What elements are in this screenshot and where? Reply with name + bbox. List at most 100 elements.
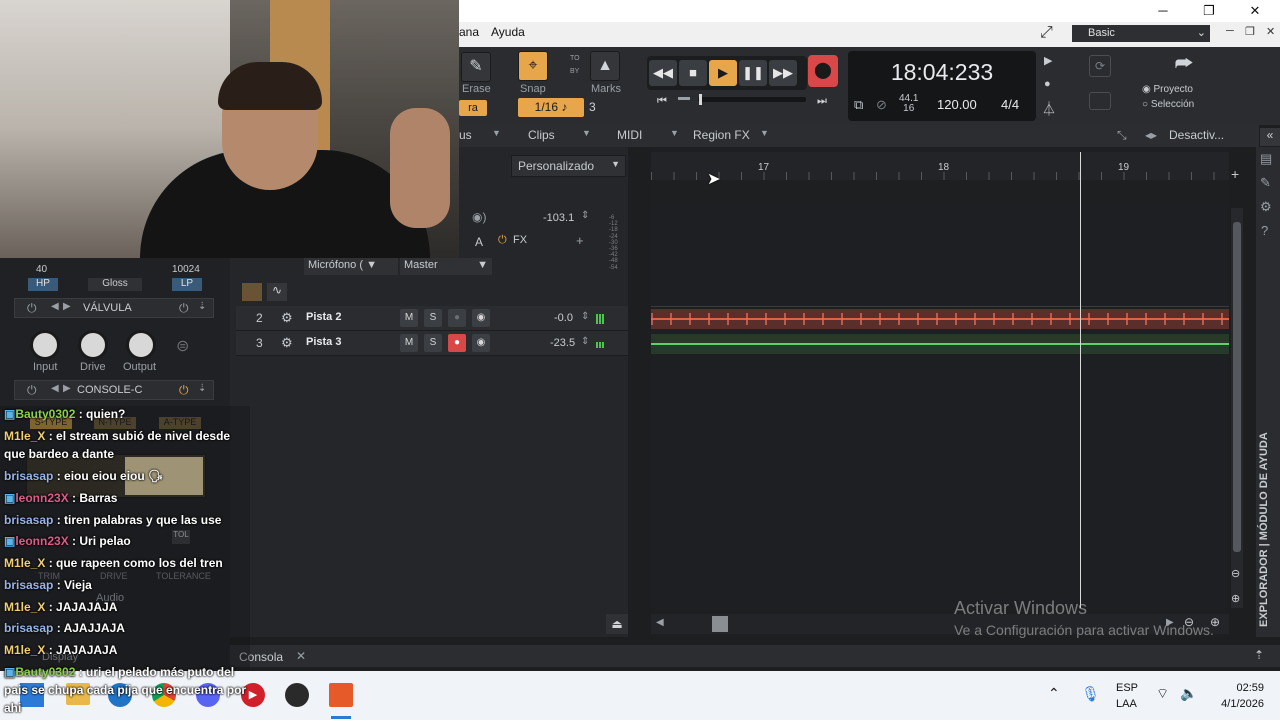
play-small-icon[interactable]: ▶ bbox=[1044, 54, 1052, 67]
track-name[interactable]: Pista 2 bbox=[306, 311, 341, 323]
chevron-down-icon[interactable]: ⇣ bbox=[198, 383, 206, 394]
snap-value-dropdown[interactable]: 1/16 ♪ bbox=[518, 98, 584, 117]
track-volume[interactable]: -23.5 bbox=[550, 337, 575, 349]
power-icon[interactable]: ⏻ bbox=[27, 383, 37, 398]
keyboard-layout[interactable]: LAA bbox=[1116, 698, 1137, 710]
fast-forward-button[interactable]: ▶▶ bbox=[769, 60, 797, 86]
gloss-button[interactable]: Gloss bbox=[88, 278, 142, 291]
automation-icon[interactable]: ∿ bbox=[267, 283, 287, 301]
panel-restore-icon[interactable]: ❐ bbox=[1245, 25, 1255, 38]
chevron-down-icon[interactable]: ⇣ bbox=[198, 301, 206, 312]
next-icon[interactable]: ▶ bbox=[63, 383, 71, 394]
brush-icon[interactable]: ✎ bbox=[1260, 175, 1271, 191]
arrows-icon[interactable]: ◂▸ bbox=[1145, 128, 1157, 142]
scrollbar-thumb[interactable] bbox=[712, 616, 728, 632]
console-c-header[interactable]: ⏻ ◀ ▶ CONSOLE-C ⏻ ⇣ bbox=[14, 380, 214, 400]
microphone-icon[interactable]: 🎙 bbox=[1081, 685, 1100, 703]
solo-button[interactable]: S bbox=[424, 309, 442, 327]
lp-button[interactable]: LP bbox=[172, 278, 202, 291]
chevron-down-icon[interactable]: ▼ bbox=[582, 128, 591, 138]
close-icon[interactable]: ✕ bbox=[296, 649, 306, 663]
loop-icon[interactable]: ⟳ bbox=[1089, 55, 1111, 77]
solo-button[interactable]: S bbox=[424, 334, 442, 352]
zoom-out-icon[interactable]: ⊖ bbox=[1231, 567, 1240, 580]
play-button[interactable]: ▶ bbox=[709, 60, 737, 86]
panel-minimize-icon[interactable]: ─ bbox=[1226, 25, 1234, 37]
drive-knob[interactable] bbox=[78, 330, 108, 360]
scrollbar-thumb[interactable] bbox=[1233, 222, 1241, 552]
automation-a-button[interactable]: A bbox=[475, 235, 483, 249]
chevron-up-icon[interactable]: ⌃ bbox=[1048, 685, 1060, 702]
panel-close-icon[interactable]: ✕ bbox=[1266, 25, 1275, 38]
maximize-button[interactable]: ❐ bbox=[1198, 2, 1220, 20]
track-list-collapse-icon[interactable]: ⏏ bbox=[606, 614, 628, 634]
track-row[interactable]: 2 ⚙ Pista 2 M S ● ◉ -0.0 ⇕ bbox=[236, 306, 628, 331]
zoom-in-icon[interactable]: ⊕ bbox=[1231, 592, 1240, 605]
output-knob[interactable] bbox=[126, 330, 156, 360]
tab-us[interactable]: us bbox=[459, 128, 472, 144]
folder-icon[interactable]: ▤ bbox=[1260, 151, 1272, 167]
desactivate-dropdown[interactable]: Desactiv... bbox=[1169, 128, 1224, 144]
share-icon[interactable]: ⮫ bbox=[1166, 53, 1202, 83]
volume-arrows-icon[interactable]: ⇕ bbox=[581, 311, 589, 322]
mute-button[interactable]: M bbox=[400, 334, 418, 352]
position-slider-thumb[interactable] bbox=[699, 94, 702, 105]
go-to-end-icon[interactable]: ⏭ bbox=[817, 95, 827, 108]
tab-clips[interactable]: Clips bbox=[528, 128, 555, 144]
go-to-start-icon[interactable]: ⏮ bbox=[657, 95, 667, 108]
side-panel-label[interactable]: EXPLORADOR | MÓDULO DE AYUDA bbox=[1258, 432, 1270, 627]
output-dropdown[interactable]: Master ▼ bbox=[400, 258, 492, 275]
monitor-button[interactable]: ◉ bbox=[472, 334, 490, 352]
marks-button[interactable]: ▲ bbox=[590, 51, 620, 81]
snap-toggle-button[interactable]: ⌖ bbox=[518, 51, 548, 81]
chevron-down-icon[interactable]: ▼ bbox=[760, 128, 769, 138]
track-1-volume[interactable]: -103.1 bbox=[543, 212, 574, 224]
timeline-ruler[interactable]: 17 18 19 bbox=[651, 152, 1229, 180]
track-name[interactable]: Pista 3 bbox=[306, 336, 341, 348]
expand-up-icon[interactable]: ⇡ bbox=[1254, 648, 1264, 662]
metronome-icon[interactable]: ⏃ bbox=[1042, 99, 1056, 119]
valvula-header[interactable]: ⏻ ◀ ▶ VÁLVULA ⏻ ⇣ bbox=[14, 298, 214, 318]
minimize-button[interactable]: ─ bbox=[1152, 2, 1174, 20]
list-icon[interactable]: ≡ bbox=[242, 283, 262, 301]
power-icon[interactable]: ⏻ bbox=[27, 301, 37, 316]
monitor-icon[interactable]: ◉) bbox=[472, 210, 486, 224]
pause-button[interactable]: ❚❚ bbox=[739, 60, 767, 86]
mute-button[interactable]: M bbox=[400, 309, 418, 327]
chevron-down-icon[interactable]: ▼ bbox=[492, 128, 501, 138]
dot-icon[interactable]: ● bbox=[1044, 78, 1051, 90]
input-dropdown[interactable]: Micrófono ( ▼ bbox=[304, 258, 398, 275]
next-icon[interactable]: ▶ bbox=[63, 301, 71, 312]
prev-icon[interactable]: ◀ bbox=[51, 383, 59, 394]
volume-arrows-icon[interactable]: ⇕ bbox=[581, 336, 589, 347]
close-button[interactable]: ✕ bbox=[1244, 2, 1266, 20]
radio-seleccion[interactable]: ○ Selección bbox=[1142, 99, 1194, 110]
tempo-value[interactable]: 120.00 bbox=[937, 97, 977, 112]
time-signature[interactable]: 4/4 bbox=[1001, 97, 1019, 112]
punch-icon[interactable] bbox=[1089, 92, 1111, 110]
vertical-scrollbar[interactable] bbox=[1231, 208, 1243, 608]
track-view-dropdown[interactable]: Personalizado ▼ bbox=[511, 155, 626, 177]
metronome-off-icon[interactable]: ⊘ bbox=[876, 97, 887, 113]
monitor-button[interactable]: ◉ bbox=[472, 309, 490, 327]
tab-midi[interactable]: MIDI bbox=[617, 128, 642, 144]
rewind-button[interactable]: ◀◀ bbox=[649, 60, 677, 86]
mode-dropdown[interactable]: Basic ⌄ bbox=[1072, 25, 1210, 42]
collapse-icon[interactable]: ⤡ bbox=[1117, 128, 1127, 143]
prev-icon[interactable]: ◀ bbox=[51, 301, 59, 312]
power-icon[interactable]: ⏻ bbox=[179, 383, 189, 398]
volume-arrows-icon[interactable]: ⇕ bbox=[581, 210, 589, 221]
clock-date[interactable]: 4/1/2026 bbox=[1206, 698, 1264, 710]
wifi-icon[interactable]: ⌔ bbox=[1156, 685, 1169, 703]
obs-icon[interactable] bbox=[285, 683, 309, 707]
add-fx-icon[interactable]: + bbox=[576, 233, 584, 248]
sync-icon[interactable]: ⧉ bbox=[854, 97, 863, 113]
studio-one-icon[interactable] bbox=[329, 683, 353, 707]
track-settings-icon[interactable]: ⚙ bbox=[281, 310, 293, 326]
track-row[interactable]: 3 ⚙ Pista 3 M S ● ◉ -23.5 ⇕ bbox=[236, 331, 628, 356]
record-arm-button[interactable]: ● bbox=[448, 334, 466, 352]
tab-region-fx[interactable]: Region FX bbox=[693, 128, 750, 144]
pencil-tool-button[interactable]: ✎ bbox=[461, 52, 491, 82]
clock-time[interactable]: 02:59 bbox=[1218, 682, 1264, 694]
track-settings-icon[interactable]: ⚙ bbox=[281, 335, 293, 351]
